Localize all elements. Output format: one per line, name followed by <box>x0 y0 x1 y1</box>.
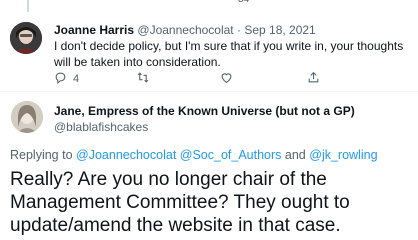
previous-like-count: 34 <box>238 0 249 5</box>
mention-link[interactable]: @Soc_of_Authors <box>180 148 282 162</box>
previous-tweet-actions-partial: 34 <box>0 0 418 6</box>
author-name[interactable]: Jane, Empress of the Known Universe (but… <box>54 104 355 118</box>
replying-conjunction: and <box>284 148 306 162</box>
tweet-header: Joanne Harris @Joannechocolat · Sep 18, … <box>54 23 316 37</box>
author-name[interactable]: Joanne Harris <box>54 23 134 37</box>
author-handle[interactable]: @blablafishcakes <box>54 120 148 134</box>
avatar[interactable] <box>11 101 43 133</box>
tweet-date[interactable]: Sep 18, 2021 <box>244 23 315 37</box>
like-button[interactable] <box>220 71 239 87</box>
reply-icon <box>54 71 67 87</box>
share-icon <box>307 71 320 87</box>
retweet-button[interactable] <box>136 71 156 87</box>
separator: · <box>236 23 241 37</box>
author-handle[interactable]: @Joannechocolat <box>137 23 233 37</box>
tweet-divider <box>0 91 418 92</box>
avatar[interactable] <box>10 22 42 54</box>
mention-link[interactable]: @Joannechocolat <box>76 148 176 162</box>
tweet-text: Really? Are you no longer chair of the M… <box>10 169 350 236</box>
replying-prefix: Replying to <box>10 148 73 162</box>
tweet-text: I don't decide policy, but I'm sure that… <box>54 39 404 69</box>
retweet-icon <box>136 71 150 87</box>
share-button[interactable] <box>307 71 320 87</box>
reply-count: 4 <box>73 73 80 85</box>
heart-icon <box>220 71 233 87</box>
tweet-actions: 4 <box>54 71 404 87</box>
reply-button[interactable]: 4 <box>54 71 79 87</box>
mention-link[interactable]: @jk_rowling <box>309 148 377 162</box>
replying-to: Replying to @Joannechocolat @Soc_of_Auth… <box>10 148 378 162</box>
